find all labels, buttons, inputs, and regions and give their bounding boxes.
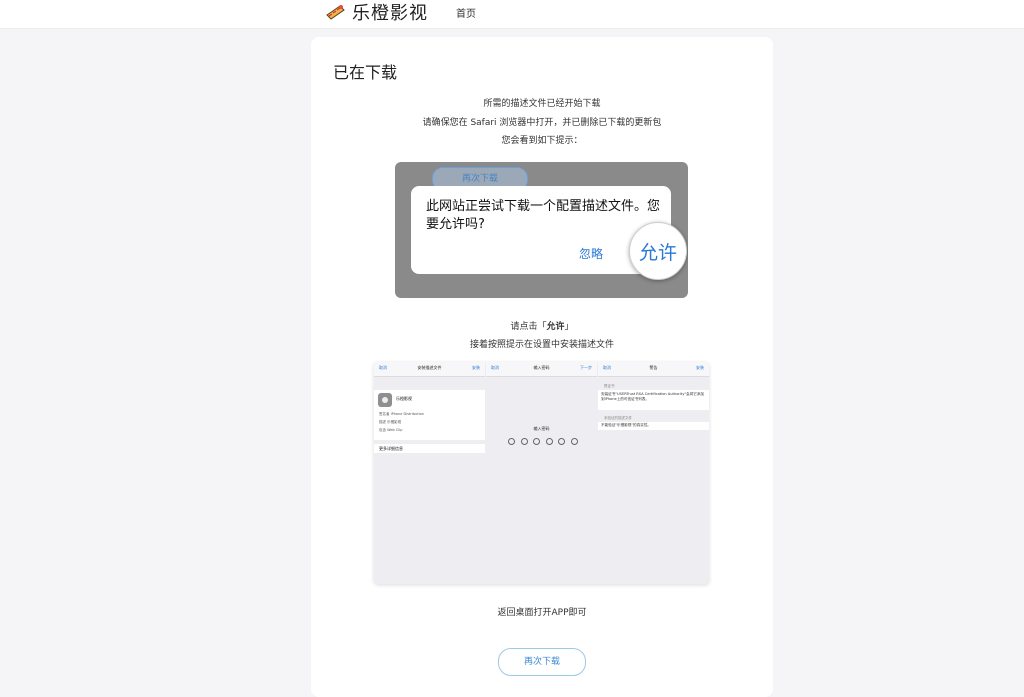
warning-box-2: 不能验证"乐橙影视"的真实性。 [598,422,709,430]
pane1-nav: 取消 安装描述文件 安装 [374,362,485,377]
pane3-install: 安装 [696,365,704,370]
instruction-line-2: 接着按照提示在设置中安装描述文件 [469,340,614,350]
profile-name: 乐橙影视 [396,396,412,401]
instruction-line-1: 请点击「允许」 [311,319,773,332]
allow-magnifier: 允许 [629,222,687,280]
profile-row-1: 签名者 iPhone Distribution [379,412,424,416]
warning-head-2: 未验证的描述文件 [604,416,632,420]
alert-ignore-label: 忽略 [579,247,604,261]
passcode-label: 输入密码 [533,426,550,431]
more-details-label: 更多详细信息 [379,446,403,451]
profile-prompt-screenshot: 再次下载 此网站正尝试下载一个配置描述文件。您要允许吗? 忽略 允许 [395,162,688,298]
pane1-install: 安装 [472,365,480,370]
profile-row-2: 描述 乐橙影视 [379,420,402,424]
warning-text-2: 不能验证"乐橙影视"的真实性。 [601,423,652,427]
intro-line-2: 请确保您在 Safari 浏览器中打开，并已删除已下载的更新包 [422,118,662,128]
pane1-title: 安装描述文件 [417,365,442,370]
intro-line-1: 所需的描述文件已经开始下载 [483,99,601,109]
redownload-button[interactable]: 再次下载 [498,648,586,676]
intro-line-3: 您会看到如下提示： [501,136,583,146]
profile-alert-dialog: 此网站正尝试下载一个配置描述文件。您要允许吗? 忽略 允许 [411,186,687,280]
film-clapper-logo-icon [326,5,345,20]
pane2-next: 下一步 [580,365,592,370]
instruction-allow: 允许 [546,322,565,332]
enter-passcode-pane: 取消 输入密码 下一步 输入密码 [486,362,597,584]
passcode-dot [570,438,578,445]
passcode-dot [545,438,553,445]
instruction-suffix: 」 [564,322,574,332]
top-bar: 乐橙影视 首页 [0,0,1024,29]
alert-allow-label: 允许 [638,241,677,264]
settings-install-screenshot: 取消 安装描述文件 安装 乐橙影视 签名者 iPhone Distributio… [374,362,709,584]
warning-box-1: 安装证书"USERTrust RSA Certification Authori… [598,390,709,410]
profile-card: 乐橙影视 签名者 iPhone Distribution 描述 乐橙影视 包含 … [374,390,485,440]
settings-gear-icon [378,393,392,407]
alert-message: 此网站正尝试下载一个配置描述文件。您要允许吗? [426,199,661,232]
pane3-nav: 取消 警告 安装 [598,362,709,377]
passcode-dots [508,438,578,446]
pane2-nav: 取消 输入密码 下一步 [486,362,597,377]
passcode-dot [508,438,515,445]
more-details-row: 更多详细信息 [374,444,485,453]
brand[interactable]: 乐橙影视 [326,0,428,24]
warning-head-1: 根证书 [604,384,615,388]
nav-home-link[interactable]: 首页 [456,5,476,20]
page-title: 已在下载 [333,63,398,82]
passcode-dot [520,438,528,445]
download-card: 已在下载 所需的描述文件已经开始下载 请确保您在 Safari 浏览器中打开，并… [311,37,773,697]
pane3-title: 警告 [649,365,658,370]
warning-pane: 取消 警告 安装 根证书 安装证书"USERTrust RSA Certific… [598,362,709,584]
passcode-dot [533,438,541,445]
passcode-dot [558,438,566,445]
footer-note: 返回桌面打开APP即可 [497,608,587,618]
brand-name: 乐橙影视 [352,3,428,24]
profile-row-3: 包含 Web Clip [379,428,403,432]
instruction-prefix: 请点击「 [510,322,547,332]
install-profile-pane: 取消 安装描述文件 安装 乐橙影视 签名者 iPhone Distributio… [374,362,485,584]
warning-text-1: 安装证书"USERTrust RSA Certification Authori… [601,392,705,401]
